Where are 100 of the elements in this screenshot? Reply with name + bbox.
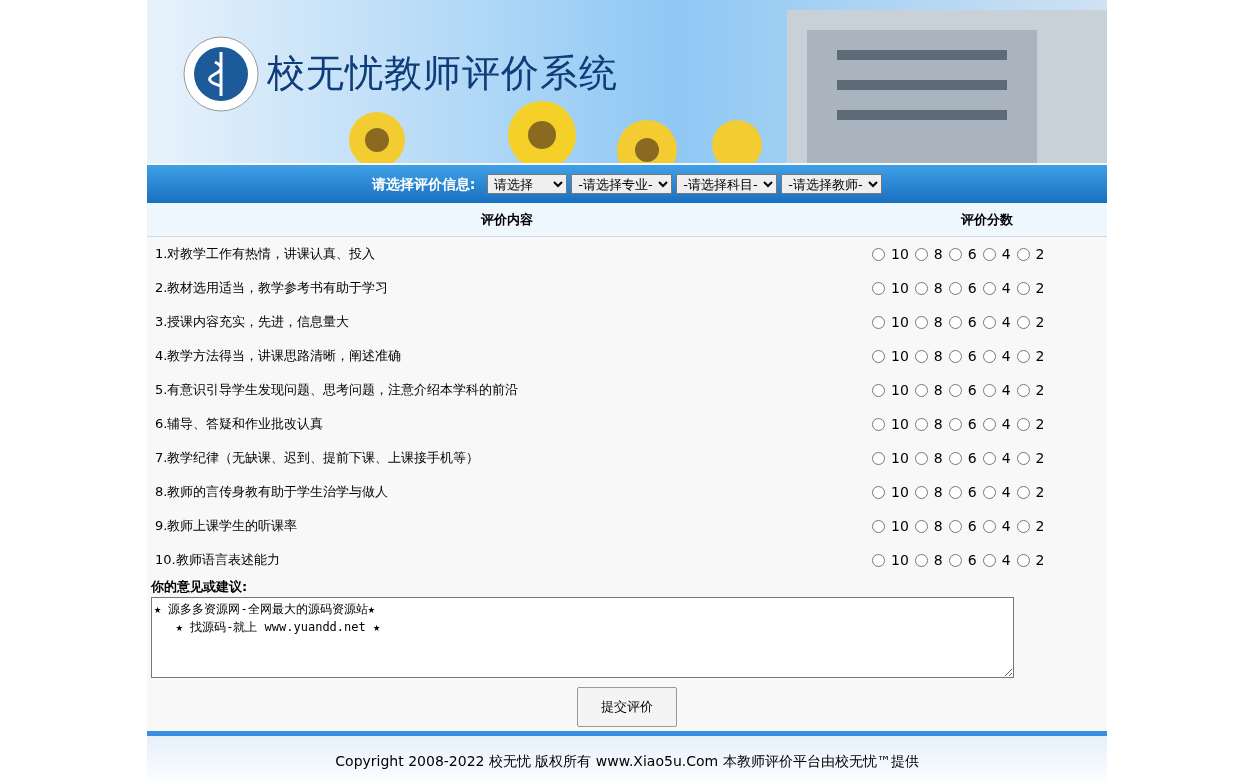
radio-button[interactable] — [872, 417, 885, 431]
radio-button[interactable] — [948, 451, 962, 465]
radio-button[interactable] — [872, 485, 885, 499]
comment-field[interactable]: ★ 源多多资源网-全网最大的源码资源站★ ★ 找源码-就上 www.yuandd.net ★ — [151, 596, 1014, 678]
radio-button[interactable] — [982, 247, 996, 261]
selector-label: 请选择评价信息: — [371, 174, 476, 194]
radio-button[interactable] — [1016, 519, 1030, 533]
logo-icon — [183, 35, 259, 112]
radio-button[interactable] — [872, 315, 885, 329]
radio-button[interactable] — [982, 553, 996, 567]
score-label: 10 — [891, 380, 909, 400]
score-label: 8 — [933, 380, 943, 400]
radio-button[interactable] — [914, 315, 928, 329]
score-label: 6 — [967, 516, 977, 536]
radio-button[interactable] — [872, 451, 885, 465]
score-label: 2 — [1035, 278, 1045, 298]
radio-button[interactable] — [872, 247, 885, 261]
radio-button[interactable] — [872, 281, 885, 295]
score-label: 10 — [891, 448, 909, 468]
radio-button[interactable] — [982, 383, 996, 397]
dropdown[interactable]: -请选择科目- — [676, 174, 778, 194]
radio-button[interactable] — [948, 553, 962, 567]
radio-button[interactable] — [872, 519, 885, 533]
system-title: 校无忧教师评价系统 — [267, 50, 618, 97]
radio-button[interactable] — [914, 281, 928, 295]
radio-button[interactable] — [948, 349, 962, 363]
radio-button[interactable] — [872, 553, 885, 567]
score-label: 2 — [1035, 448, 1045, 468]
submit-button[interactable]: 提交评价 — [577, 687, 677, 727]
radio-button[interactable] — [982, 485, 996, 499]
score-label: 10 — [891, 516, 909, 536]
radio-button[interactable] — [1016, 315, 1030, 329]
score-label: 4 — [1001, 414, 1011, 434]
radio-button[interactable] — [948, 417, 962, 431]
score-label: 2 — [1035, 414, 1045, 434]
column-header: 评价内容 — [480, 210, 534, 229]
score-label: 4 — [1001, 550, 1011, 570]
radio-button[interactable] — [914, 417, 928, 431]
radio-button[interactable] — [914, 485, 928, 499]
score-label: 8 — [933, 414, 943, 434]
radio-button[interactable] — [914, 349, 928, 363]
score-label: 10 — [891, 278, 909, 298]
score-label: 2 — [1035, 380, 1045, 400]
score-label: 8 — [933, 550, 943, 570]
radio-button[interactable] — [948, 281, 962, 295]
score-label: 6 — [967, 244, 977, 264]
score-label: 6 — [967, 278, 977, 298]
radio-button[interactable] — [914, 247, 928, 261]
radio-button[interactable] — [982, 315, 996, 329]
radio-button[interactable] — [914, 519, 928, 533]
radio-button[interactable] — [948, 519, 962, 533]
radio-button[interactable] — [1016, 281, 1030, 295]
comment-label: 你的意见或建议: — [151, 578, 249, 596]
score-label: 4 — [1001, 516, 1011, 536]
radio-button[interactable] — [982, 417, 996, 431]
radio-button[interactable] — [948, 383, 962, 397]
radio-button[interactable] — [982, 451, 996, 465]
radio-button[interactable] — [1016, 383, 1030, 397]
score-label: 8 — [933, 448, 943, 468]
radio-button[interactable] — [872, 383, 885, 397]
radio-button[interactable] — [914, 383, 928, 397]
score-label: 6 — [967, 414, 977, 434]
radio-button[interactable] — [982, 519, 996, 533]
radio-button[interactable] — [914, 451, 928, 465]
radio-button[interactable] — [914, 553, 928, 567]
radio-button[interactable] — [948, 485, 962, 499]
score-label: 4 — [1001, 278, 1011, 298]
question-text: 4.教学方法得当，讲课思路清晰，阐述准确 — [154, 347, 403, 366]
radio-button[interactable] — [948, 247, 962, 261]
radio-button[interactable] — [1016, 417, 1030, 431]
score-label: 10 — [891, 482, 909, 502]
score-label: 2 — [1035, 482, 1045, 502]
dropdown[interactable]: 请选择 — [487, 174, 568, 194]
radio-button[interactable] — [1016, 553, 1030, 567]
score-label: 4 — [1001, 482, 1011, 502]
radio-button[interactable] — [948, 315, 962, 329]
radio-button[interactable] — [1016, 247, 1030, 261]
score-label: 2 — [1035, 516, 1045, 536]
question-text: 9.教师上课学生的听课率 — [154, 517, 299, 536]
score-label: 10 — [891, 414, 909, 434]
dropdown[interactable]: -请选择教师- — [781, 174, 883, 194]
score-label: 6 — [967, 550, 977, 570]
radio-button[interactable] — [1016, 451, 1030, 465]
radio-button[interactable] — [872, 349, 885, 363]
question-text: 10.教师语言表述能力 — [154, 551, 281, 570]
radio-button[interactable] — [982, 349, 996, 363]
radio-button[interactable] — [982, 281, 996, 295]
question-text: 1.对教学工作有热情，讲课认真、投入 — [154, 245, 377, 264]
score-label: 8 — [933, 346, 943, 366]
score-label: 6 — [967, 312, 977, 332]
radio-button[interactable] — [1016, 485, 1030, 499]
score-label: 8 — [933, 278, 943, 298]
dropdown[interactable]: -请选择专业- — [571, 174, 673, 194]
score-label: 4 — [1001, 244, 1011, 264]
score-label: 6 — [967, 448, 977, 468]
score-label: 4 — [1001, 380, 1011, 400]
score-label: 8 — [933, 244, 943, 264]
radio-button[interactable] — [1016, 349, 1030, 363]
score-label: 8 — [933, 482, 943, 502]
score-label: 8 — [933, 312, 943, 332]
